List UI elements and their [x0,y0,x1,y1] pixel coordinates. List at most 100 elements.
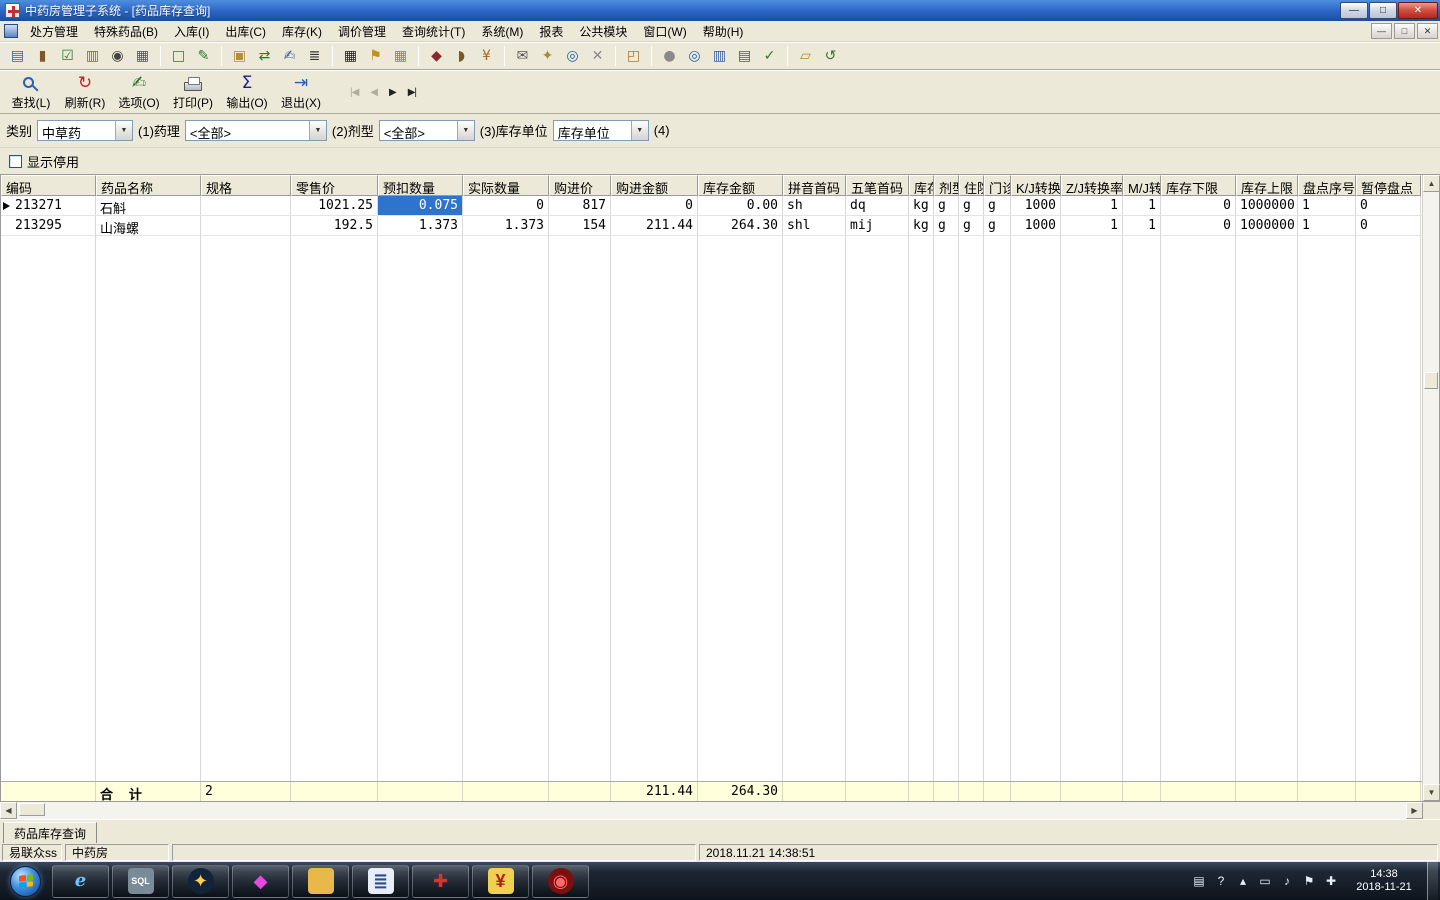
menu-item-11[interactable]: 窗口(W) [635,20,694,43]
refresh-button[interactable]: ↻ 刷新(R) [58,72,112,112]
menu-item-8[interactable]: 系统(M) [473,20,531,43]
options-button[interactable]: ✍ 选项(O) [112,72,166,112]
cell-r2-c10[interactable]: shl [783,216,846,235]
taskbar-clock[interactable]: 14:38 2018-11-21 [1347,868,1421,894]
category-combobox[interactable]: 中草药 [37,120,134,141]
pharmacology-combobox[interactable]: <全部> [184,120,327,141]
calendar-icon[interactable]: ▦ [389,45,412,68]
tray-usb-icon[interactable]: ✚ [1324,874,1338,888]
cell-r2-c9[interactable]: 264.30 [698,216,783,235]
category-dropdown-arrow-icon[interactable] [115,121,133,140]
dosage-form-dropdown-arrow-icon[interactable] [456,121,474,140]
taskbar-app-pharmacy[interactable]: ◉ [532,864,589,898]
cell-r1-c8[interactable]: 0 [611,196,698,215]
sign-doc-icon[interactable]: ✎ [192,45,215,68]
cell-r2-c14[interactable]: g [959,216,984,235]
columns-icon[interactable]: ▥ [708,45,731,68]
column-header-19[interactable]: 库存下限 [1161,175,1236,196]
column-header-2[interactable]: 药品名称 [96,175,201,196]
stock-book-icon[interactable]: ▮ [31,45,54,68]
taskbar-app-ie[interactable]: e [52,864,109,898]
cell-r1-c3[interactable] [201,196,291,215]
tray-volume-icon[interactable]: ♪ [1280,874,1294,888]
column-header-1[interactable]: 编码 [1,175,96,196]
taskbar-app-compass[interactable]: ✦ [172,864,229,898]
show-disabled-checkbox[interactable] [9,154,22,168]
column-header-11[interactable]: 五笔首码 [846,175,909,196]
zoom-icon[interactable]: ◎ [561,45,584,68]
binoculars-icon[interactable]: ◉ [106,45,129,68]
prev-record-button[interactable]: ◀ [370,87,378,98]
show-desktop-button[interactable] [1427,862,1438,900]
scroll-left-button[interactable] [0,802,17,819]
cell-r1-c16[interactable]: 1000 [1011,196,1061,215]
tray-network-icon[interactable]: ⚑ [1302,874,1316,888]
column-header-7[interactable]: 购进价 [549,175,611,196]
menu-item-9[interactable]: 报表 [531,20,571,43]
scroll-up-button[interactable] [1423,175,1440,192]
column-header-18[interactable]: M/J转换率 [1123,175,1161,196]
cell-r2-c19[interactable]: 0 [1161,216,1236,235]
cell-r1-c6[interactable]: 0 [463,196,549,215]
find-button[interactable]: 查找(L) [4,72,58,112]
print-report-icon[interactable]: ▤ [6,45,29,68]
cell-r2-c21[interactable]: 1 [1298,216,1356,235]
barcode-icon[interactable]: ▦ [339,45,362,68]
cell-r1-c18[interactable]: 1 [1123,196,1161,215]
column-header-21[interactable]: 盘点序号 [1298,175,1356,196]
open-box-icon[interactable]: ◰ [622,45,645,68]
print-button[interactable]: 打印(P) [166,72,220,112]
cell-r2-c13[interactable]: g [934,216,959,235]
column-header-3[interactable]: 规格 [201,175,291,196]
cell-r1-c14[interactable]: g [959,196,984,215]
taskbar-app-gem[interactable]: ◆ [232,864,289,898]
new-doc-icon[interactable]: □ [167,45,190,68]
menu-item-6[interactable]: 调价管理 [330,20,394,43]
taskbar-app-sql-tool[interactable]: SQL [112,864,169,898]
menu-item-12[interactable]: 帮助(H) [695,20,752,43]
stock-unit-dropdown-arrow-icon[interactable] [630,121,648,140]
menu-item-1[interactable]: 处方管理 [22,20,86,43]
cell-r1-c17[interactable]: 1 [1061,196,1123,215]
tray-display-icon[interactable]: ▭ [1258,874,1272,888]
cell-r2-c4[interactable]: 192.5 [291,216,378,235]
tray-ime-icon[interactable]: ▤ [1192,874,1206,888]
basket-icon[interactable]: ▱ [794,45,817,68]
maximize-button[interactable]: □ [1369,2,1397,19]
column-header-4[interactable]: 零售价 [291,175,378,196]
vertical-scroll-thumb[interactable] [1424,372,1438,389]
taskbar-app-notepad[interactable]: ≣ [352,864,409,898]
cell-r2-c18[interactable]: 1 [1123,216,1161,235]
cell-r2-c5[interactable]: 1.373 [378,216,463,235]
minimize-button[interactable]: — [1340,2,1368,19]
column-header-10[interactable]: 拼音首码 [783,175,846,196]
alert-bell-icon[interactable]: ⚑ [364,45,387,68]
cell-r2-c15[interactable]: g [984,216,1011,235]
lock-icon[interactable]: ◆ [425,45,448,68]
column-header-14[interactable]: 住院 [959,175,984,196]
column-header-6[interactable]: 实际数量 [463,175,549,196]
cell-r1-c15[interactable]: g [984,196,1011,215]
start-button[interactable] [10,865,41,897]
menu-item-10[interactable]: 公共模块 [571,20,635,43]
export-button[interactable]: Σ 输出(O) [220,72,274,112]
globe-icon[interactable]: ● [658,45,681,68]
cell-r1-c21[interactable]: 1 [1298,196,1356,215]
tray-hidden-icons-chevron[interactable]: ▴ [1236,874,1250,888]
horizontal-scroll-thumb[interactable] [19,803,45,816]
cell-r2-c7[interactable]: 154 [549,216,611,235]
mdi-restore-button[interactable]: □ [1394,23,1415,39]
pharmacology-dropdown-arrow-icon[interactable] [308,121,326,140]
cell-r1-c12[interactable]: kg [909,196,934,215]
edit-sheet-icon[interactable]: ✍ [278,45,301,68]
cell-r2-c11[interactable]: mij [846,216,909,235]
verify-doc-icon[interactable]: ✓ [758,45,781,68]
mail-icon[interactable]: ✉ [511,45,534,68]
cell-r1-c20[interactable]: 1000000 [1236,196,1298,215]
cell-r1-c19[interactable]: 0 [1161,196,1236,215]
column-header-8[interactable]: 购进金额 [611,175,698,196]
column-header-16[interactable]: K/J转换率 [1011,175,1061,196]
exit-button[interactable]: ⇥ 退出(X) [274,72,328,112]
cell-r2-c6[interactable]: 1.373 [463,216,549,235]
vertical-scroll-track[interactable] [1423,192,1439,784]
